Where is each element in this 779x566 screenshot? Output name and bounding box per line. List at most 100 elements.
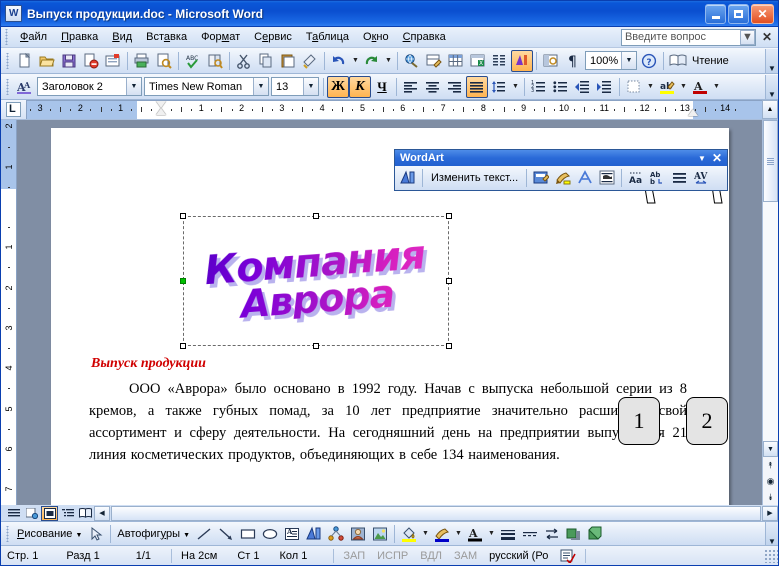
copy-icon[interactable]	[255, 50, 277, 72]
menu-help[interactable]: Справка	[396, 28, 453, 46]
standard-toolbar-gripper[interactable]	[4, 52, 12, 69]
edit-text-button[interactable]: Изменить текст...	[426, 169, 523, 187]
horizontal-ruler[interactable]: 3 2 1 1 2 3 4 5 6 7 8 9 10 11 12 13 14	[26, 100, 762, 119]
fill-color-icon[interactable]	[398, 523, 420, 545]
status-rec[interactable]: ЗАП	[337, 550, 371, 562]
redo-dropdown-icon[interactable]: ▼	[383, 50, 394, 72]
resize-handle-ne[interactable]	[446, 213, 452, 219]
permission-icon[interactable]	[80, 50, 102, 72]
insert-wordart-icon[interactable]	[397, 167, 419, 189]
normal-view-icon[interactable]	[5, 506, 22, 521]
3d-style-icon[interactable]	[585, 523, 607, 545]
open-icon[interactable]	[36, 50, 58, 72]
line-color-icon[interactable]	[431, 523, 453, 545]
shadow-style-icon[interactable]	[563, 523, 585, 545]
chevron-down-icon[interactable]: ▼	[303, 78, 318, 95]
close-button[interactable]: ✕	[751, 3, 774, 24]
reading-layout-icon[interactable]	[667, 50, 689, 72]
rectangle-icon[interactable]	[237, 523, 259, 545]
print-preview-icon[interactable]	[153, 50, 175, 72]
tables-and-borders-icon[interactable]	[423, 50, 445, 72]
vertical-scroll-thumb[interactable]	[763, 120, 778, 202]
arrow-icon[interactable]	[215, 523, 237, 545]
scroll-left-button[interactable]: ◀	[94, 505, 110, 521]
autoshapes-menu-button[interactable]: Автофигуры ▼	[114, 528, 193, 540]
menu-bar-gripper[interactable]	[3, 29, 11, 45]
font-combo[interactable]: Times New Roman ▼	[144, 77, 269, 96]
dash-style-icon[interactable]	[519, 523, 541, 545]
vertical-scrollbar[interactable]: ▼ ⯭ ◉ ⯯	[762, 120, 778, 505]
email-icon[interactable]	[102, 50, 124, 72]
vertical-ruler[interactable]: 2 1 1 2 3 4 5 6 7	[1, 120, 17, 505]
text-wrapping-icon[interactable]	[596, 167, 618, 189]
hanging-indent-marker[interactable]	[156, 108, 166, 115]
font-size-combo[interactable]: 13 ▼	[271, 77, 319, 96]
scroll-down-button[interactable]: ▼	[763, 441, 778, 457]
align-left-icon[interactable]	[400, 76, 422, 98]
wordart-shape-icon[interactable]	[574, 167, 596, 189]
right-indent-marker[interactable]	[687, 109, 698, 116]
align-center-icon[interactable]	[422, 76, 444, 98]
format-painter-icon[interactable]	[299, 50, 321, 72]
web-layout-view-icon[interactable]	[23, 506, 40, 521]
save-icon[interactable]	[58, 50, 80, 72]
menu-view[interactable]: Вид	[105, 28, 139, 46]
resize-handle-n[interactable]	[313, 213, 319, 219]
wordart-character-spacing-icon[interactable]: AV	[691, 167, 713, 189]
format-wordart-icon[interactable]	[552, 167, 574, 189]
reading-layout-label[interactable]: Чтение	[689, 55, 732, 67]
insert-table-icon[interactable]	[445, 50, 467, 72]
status-ext[interactable]: ВДЛ	[414, 550, 448, 562]
font-color-dropdown-icon[interactable]: ▼	[711, 76, 722, 98]
menu-tools[interactable]: Сервис	[247, 28, 299, 46]
close-icon[interactable]: ✕	[712, 151, 727, 165]
tab-stop-selector[interactable]: L	[1, 100, 26, 119]
adjust-handle[interactable]	[180, 278, 186, 284]
close-document-button[interactable]: ✕	[757, 30, 778, 44]
bulleted-list-icon[interactable]	[550, 76, 572, 98]
minimize-button[interactable]	[705, 3, 726, 24]
insert-clip-art-icon[interactable]	[347, 523, 369, 545]
scroll-up-button[interactable]: ▲	[762, 100, 778, 119]
font-color-icon[interactable]: A	[464, 523, 486, 545]
resize-handle-e[interactable]	[446, 278, 452, 284]
status-trk[interactable]: ИСПР	[371, 550, 414, 562]
research-icon[interactable]	[204, 50, 226, 72]
help-icon[interactable]: ?	[638, 50, 660, 72]
wordart-toolbar-titlebar[interactable]: WordArt ▼ ✕	[395, 150, 727, 166]
chevron-down-icon[interactable]: ▼	[253, 78, 268, 95]
scroll-right-button[interactable]: ▶	[762, 505, 778, 521]
line-style-icon[interactable]	[497, 523, 519, 545]
document-canvas[interactable]: Компания Аврора Выпуск продукции ООО «Ав…	[17, 120, 762, 505]
print-icon[interactable]	[131, 50, 153, 72]
toolbar-options-button[interactable]: ▼	[765, 48, 778, 73]
print-layout-view-icon[interactable]	[41, 505, 58, 521]
hyperlink-icon[interactable]	[401, 50, 423, 72]
italic-button[interactable]: К	[349, 75, 371, 98]
reading-view-icon[interactable]	[77, 506, 94, 521]
drawing-toolbar-options-button[interactable]: ▼	[765, 521, 778, 546]
bold-button[interactable]: Ж	[327, 75, 349, 98]
menu-file[interactable]: Файл	[13, 28, 54, 46]
line-spacing-icon[interactable]	[488, 76, 510, 98]
line-spacing-dropdown-icon[interactable]: ▼	[510, 76, 521, 98]
insert-wordart-icon[interactable]	[303, 523, 325, 545]
wordart-gallery-icon[interactable]	[530, 167, 552, 189]
insert-excel-sheet-icon[interactable]: X	[467, 50, 489, 72]
arrow-style-icon[interactable]	[541, 523, 563, 545]
menu-insert[interactable]: Вставка	[139, 28, 194, 46]
resize-handle-nw[interactable]	[180, 213, 186, 219]
vertical-scroll-track[interactable]	[763, 120, 778, 441]
chevron-down-icon[interactable]: ▼	[75, 532, 82, 539]
horizontal-scroll-track[interactable]	[111, 505, 761, 521]
drawing-toolbar-gripper[interactable]	[4, 525, 12, 542]
chevron-down-icon[interactable]: ▼	[692, 154, 712, 163]
resize-grip[interactable]	[764, 548, 778, 563]
menu-edit[interactable]: Правка	[54, 28, 105, 46]
borders-dropdown-icon[interactable]: ▼	[645, 76, 656, 98]
text-box-icon[interactable]: A	[281, 523, 303, 545]
select-browse-object-button[interactable]: ◉	[763, 473, 778, 489]
chevron-down-icon[interactable]: ▼	[621, 52, 636, 69]
align-right-icon[interactable]	[444, 76, 466, 98]
menu-table[interactable]: Таблица	[299, 28, 356, 46]
